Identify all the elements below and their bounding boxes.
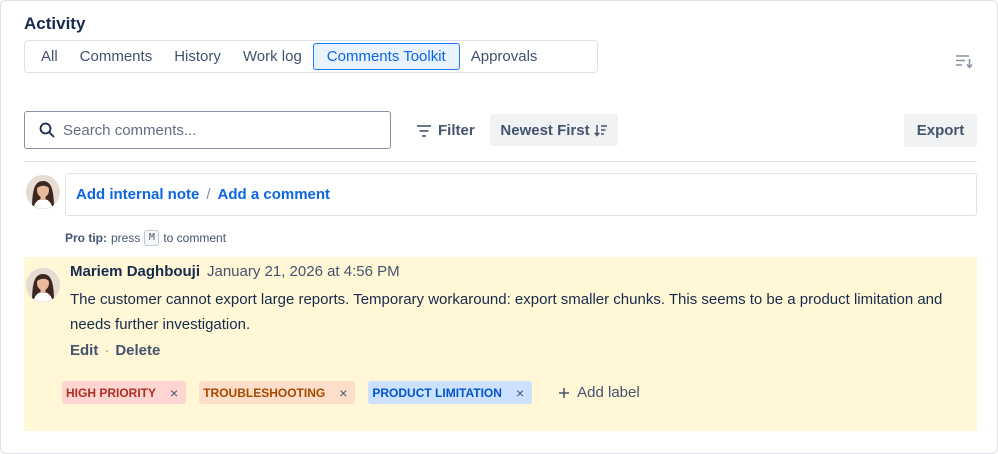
tab-comments-toolkit[interactable]: Comments Toolkit [312, 43, 460, 70]
comment-actions: Edit · Delete [70, 342, 160, 359]
delete-comment-button[interactable]: Delete [115, 342, 160, 359]
sort-label: Newest First [500, 121, 590, 139]
label-text: TROUBLESHOOTING [203, 385, 326, 400]
filter-icon [417, 124, 431, 137]
activity-tabs: All Comments History Work log Comments T… [24, 40, 598, 73]
label-high-priority: HIGH PRIORITY × [62, 381, 187, 404]
protip-suffix: to comment [163, 231, 227, 245]
label-troubleshooting: TROUBLESHOOTING × [199, 381, 356, 404]
comment-body: The customer cannot export large reports… [70, 291, 943, 333]
add-label-button[interactable]: Add label [558, 384, 640, 401]
label-text: PRODUCT LIMITATION [372, 385, 502, 400]
add-internal-note-link[interactable]: Add internal note [76, 186, 199, 203]
remove-label-icon[interactable]: × [516, 386, 524, 400]
search-input[interactable] [63, 121, 363, 139]
sort-newest-button[interactable]: Newest First [490, 114, 618, 146]
comment-author-avatar [26, 268, 60, 302]
label-product-limitation: PRODUCT LIMITATION × [368, 381, 533, 404]
action-separator: · [104, 342, 110, 359]
avatar [26, 175, 60, 209]
tab-work-log[interactable]: Work log [232, 43, 313, 70]
activity-title: Activity [24, 14, 86, 33]
comment-labels: HIGH PRIORITY × TROUBLESHOOTING × PRODUC… [62, 381, 640, 404]
label-text: HIGH PRIORITY [66, 385, 157, 400]
filter-button[interactable]: Filter [406, 115, 485, 146]
divider [24, 161, 977, 162]
sort-descending-icon [593, 124, 607, 137]
export-button[interactable]: Export [904, 114, 977, 147]
comment-item: Mariem Daghbouji January 21, 2026 at 4:5… [24, 257, 977, 431]
protip-press: press [111, 231, 141, 245]
pro-tip: Pro tip: press M to comment [65, 230, 226, 246]
add-label-text: Add label [577, 384, 640, 401]
filter-label: Filter [438, 122, 475, 139]
search-icon [39, 122, 55, 138]
add-comment-link[interactable]: Add a comment [218, 186, 331, 203]
shortcut-key: M [144, 230, 160, 246]
remove-label-icon[interactable]: × [339, 386, 347, 400]
edit-comment-button[interactable]: Edit [70, 342, 98, 359]
protip-prefix: Pro tip: [65, 231, 107, 245]
plus-icon [559, 387, 570, 398]
tab-comments[interactable]: Comments [69, 43, 164, 70]
comment-composer[interactable]: Add internal note / Add a comment [65, 173, 977, 216]
comment-timestamp: January 21, 2026 at 4:56 PM [207, 263, 400, 280]
sort-order-icon[interactable] [955, 53, 973, 69]
tab-approvals[interactable]: Approvals [460, 43, 549, 70]
search-box [24, 111, 391, 149]
tab-all[interactable]: All [30, 43, 69, 70]
composer-separator: / [206, 186, 211, 203]
tab-history[interactable]: History [163, 43, 232, 70]
remove-label-icon[interactable]: × [170, 386, 178, 400]
activity-panel: Activity All Comments History Work log C… [0, 0, 998, 454]
comment-author: Mariem Daghbouji [70, 263, 201, 280]
